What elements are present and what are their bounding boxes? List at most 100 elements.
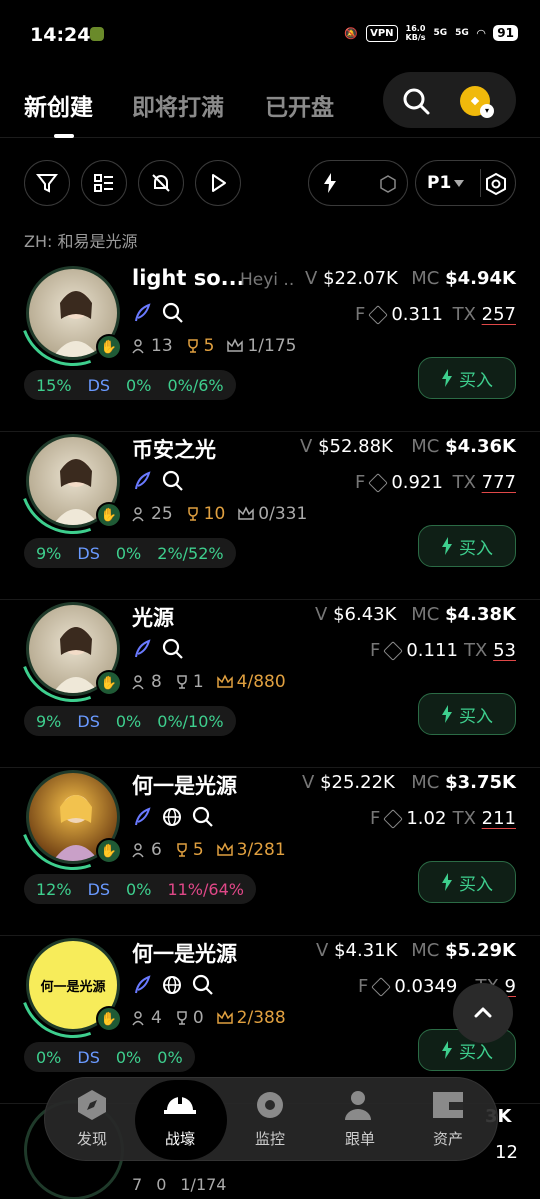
token-links [132,974,214,996]
volume-value: V $25.22K [302,772,395,793]
bottom-nav: 发现 战壕 监控 跟单 资产 [44,1077,498,1161]
network-speed: 16.0 KB/s [405,24,426,42]
nav-discover[interactable]: 发现 [57,1088,127,1149]
app-notification-icon [90,27,104,41]
fee-value: F 0.311 [355,304,443,325]
search-icon [192,974,213,995]
tag-top10: 0%/6% [167,375,224,395]
lightning-icon [442,705,452,723]
user-icon [345,1091,371,1120]
lightning-icon [442,1041,452,1059]
chain-cube-icon [371,976,392,997]
holder-stats: 25 10 0/331 [132,504,307,524]
feather-icon [135,639,151,658]
lightning-icon [442,873,452,891]
progress-ring [2,914,144,1056]
caret-down-icon [454,180,464,187]
token-tags: 9% DS 0% 2%/52% [24,538,236,568]
lightning-icon [442,369,452,387]
globe-icon [163,976,181,994]
helmet-icon [164,1094,196,1114]
list-layout-icon [94,174,113,192]
hand-badge-icon: ✋ [96,334,122,360]
nav-copytrade[interactable]: 跟单 [325,1088,395,1149]
market-cap: MC $3.75K [411,772,516,793]
chevron-up-icon [474,1007,492,1018]
mute-alerts-button[interactable] [138,160,184,206]
crown-ratio: 3/281 [216,840,286,860]
holders-count: 8 [132,672,162,692]
market-cap: MC $5.29K [411,940,516,961]
nav-monitor[interactable]: 监控 [235,1088,305,1149]
gear-icon [257,1092,283,1118]
buy-button[interactable]: 买入 [418,693,516,735]
fee-value: F 0.111 [370,640,458,661]
holders-count: 4 [132,1008,162,1028]
buy-button[interactable]: 买入 [418,357,516,399]
token-card[interactable]: ✋ 光源 V $6.43K MC $4.38K F 0.111 TX 53 8 1… [0,578,540,768]
buy-button[interactable]: 买入 [418,525,516,567]
token-card[interactable]: ✋ light so... Heyi .. V $22.07K MC $4.94… [0,242,540,432]
market-cap: MC $4.36K [411,436,516,457]
page-selector[interactable]: P1 [415,160,516,206]
search-icon[interactable] [401,86,431,120]
token-tags: 9% DS 0% 0%/10% [24,706,236,736]
tag-snipers: 0% [115,1047,142,1067]
chain-cube-icon [368,472,389,493]
status-bar: 14:24 🔕 VPN 16.0 KB/s 5G 5G ◠ 91 [0,0,540,70]
feather-icon [135,975,151,994]
tag-insider: 9% [36,543,62,563]
page-label: P1 [427,173,452,193]
holder-stats: 8 1 4/880 [132,672,286,692]
quick-buy-chain-toggle[interactable] [308,160,408,206]
layout-button[interactable] [81,160,127,206]
tag-top10: 2%/52% [157,543,224,563]
progress-ring [2,242,144,384]
globe-icon [163,808,181,826]
vpn-badge: VPN [366,24,398,42]
crown-ratio: 0/331 [237,504,307,524]
trophy-count: 10 [185,504,225,524]
filter-button[interactable] [24,160,70,206]
tab-almost-full[interactable]: 即将打满 [132,88,224,122]
market-cap: MC $4.38K [411,604,516,625]
fee-value: F 0.0349 [358,976,458,997]
lightning-icon [323,173,337,197]
tag-insider: 0% [36,1047,62,1067]
scroll-top-button[interactable] [453,983,513,1043]
token-name: 何一是光源 [132,774,237,798]
token-name: 币安之光 [132,438,216,462]
nav-trenches[interactable]: 战壕 [145,1088,215,1149]
lightning-icon [442,537,452,555]
search-icon [162,302,183,323]
chain-cube-icon [379,175,397,197]
progress-ring [2,410,144,552]
token-card[interactable]: ✋ 何一是光源 V $25.22K MC $3.75K F 1.02 TX 211… [0,746,540,936]
partial-trophies: 0 [156,1175,167,1194]
token-name: 光源 [132,606,174,630]
token-links [132,302,184,324]
volume-value: V $4.31K [316,940,398,961]
trophy-count: 0 [174,1008,204,1028]
nav-assets[interactable]: 资产 [413,1088,483,1149]
tag-insider: 12% [36,879,72,899]
tag-top10: 0%/10% [157,711,224,731]
tx-count: TX 257 [452,304,516,325]
token-tags: 15% DS 0% 0%/6% [24,370,236,400]
wifi-icon: ◠ [476,26,486,40]
search-icon [162,470,183,491]
token-subname: Heyi .. [240,270,295,290]
search-icon [192,806,213,827]
feather-icon [135,471,151,490]
tag-dev: DS [77,711,100,731]
tag-top10: 11%/64% [167,879,244,899]
fee-value: F 1.02 [370,808,447,829]
status-right: 🔕 VPN 16.0 KB/s 5G 5G ◠ 91 [344,24,518,42]
settings-icon[interactable] [484,172,508,200]
battery-level: 91 [493,25,518,41]
buy-button[interactable]: 买入 [418,861,516,903]
tab-new[interactable]: 新创建 [24,88,93,122]
token-card[interactable]: ✋ 币安之光 V $52.88K MC $4.36K F 0.921 TX 777… [0,410,540,600]
tab-launched[interactable]: 已开盘 [265,88,334,122]
play-button[interactable] [195,160,241,206]
